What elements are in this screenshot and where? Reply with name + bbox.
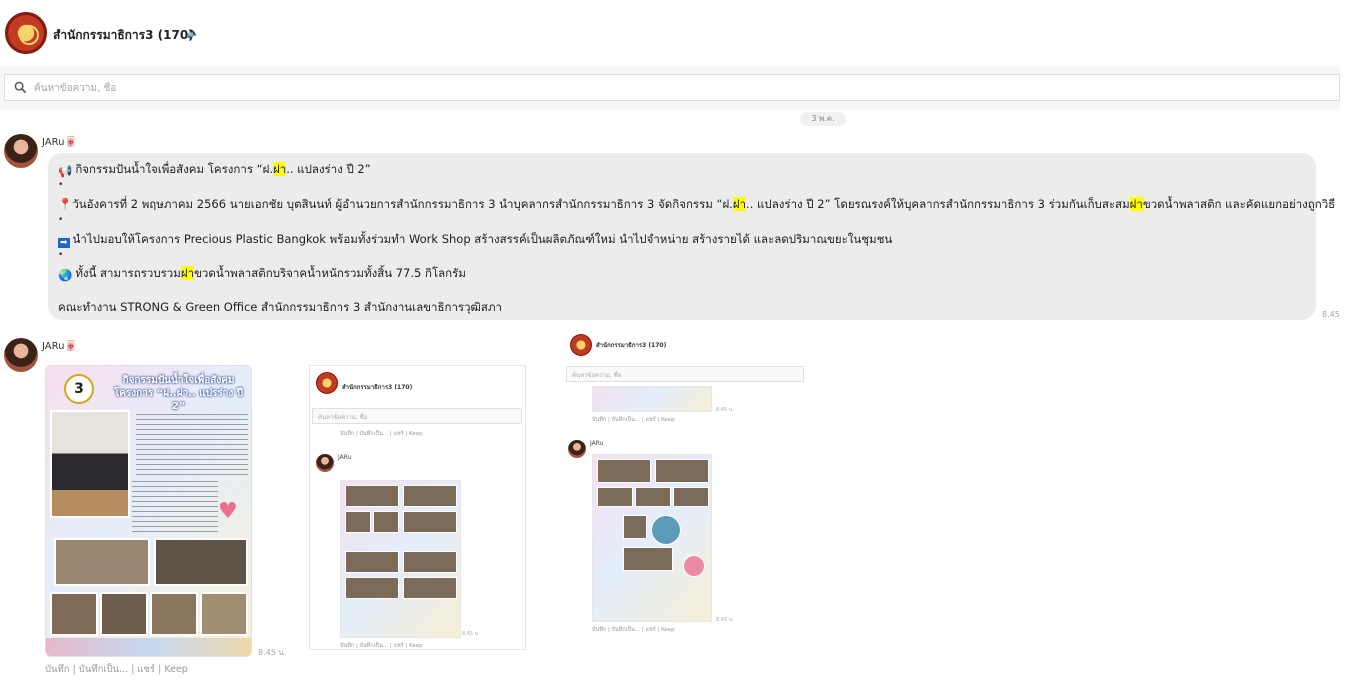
mini-time: 8.45 น.: [716, 617, 734, 623]
mini-actions: บันทึก | บันทึกเป็น... | แชร์ | Keep: [340, 643, 423, 649]
save-button[interactable]: บันทึก: [45, 664, 70, 675]
sender-name-text: JARu: [42, 341, 65, 352]
pin-icon: 📍: [58, 197, 73, 211]
highlight-text: ฝา: [732, 197, 747, 211]
globe-icon: 🌏: [58, 268, 73, 282]
poster-title: กิจกรรมปันน้ำใจเพื่อสังคม โครงการ “ฝ..ฝา…: [106, 374, 251, 412]
search-icon: [14, 81, 27, 94]
mini-collage: [592, 454, 712, 622]
poster-title-line: กิจกรรมปันน้ำใจเพื่อสังคม: [122, 375, 235, 386]
poster-text-block: [132, 481, 218, 535]
mini-search-text: ค้นหาข้อความ, ชื่อ: [572, 372, 622, 379]
poster-text-block: [136, 414, 248, 476]
sender-name-text: JARu: [42, 137, 65, 148]
mini-collage: [340, 480, 461, 638]
mini-sender: JARu: [338, 454, 352, 461]
photo: [50, 592, 98, 636]
message-bubble[interactable]: 📢 กิจกรรมปันน้ำใจเพื่อสังคม โครงการ “ฝ.ฝา…: [48, 153, 1335, 320]
message-line-5: คณะทำงาน STRONG & Green Office สำนักกรรม…: [58, 299, 502, 317]
mini-time: 8.45 น.: [716, 407, 734, 413]
photo: [50, 410, 130, 518]
line-text: กิจกรรมปันน้ำใจเพื่อสังคม โครงการ “ฝ.: [75, 162, 274, 176]
search-box[interactable]: [4, 74, 1340, 101]
mini-sender: JARu: [590, 440, 604, 447]
keep-button[interactable]: Keep: [164, 664, 187, 675]
highlight-text: ฝา: [180, 266, 195, 280]
save-as-button[interactable]: บันทึกเป็น...: [79, 664, 128, 675]
line-text: คณะทำงาน STRONG & Green Office สำนักกรรม…: [58, 300, 502, 314]
highlight-text: ฝา: [273, 162, 287, 176]
line-text: ทั้งนี้ สามารถรวบรวม: [75, 266, 181, 280]
screenshot-thumbnail[interactable]: สำนักกรรมาธิการ3 (170) ค้นหาข้อความ, ชื่…: [564, 330, 804, 640]
message-line-2: 📍วันอังคารที่ 2 พฤษภาคม 2566 นายเอกชัย บ…: [58, 196, 1335, 214]
line-text: .. แปลงร่าง ปี 2” โดยรณรงค์ให้บุคลากรสำน…: [746, 197, 1130, 211]
mini-search-text: ค้นหาข้อความ, ชื่อ: [318, 414, 368, 421]
bullet: •: [58, 180, 64, 190]
sender-avatar[interactable]: [4, 134, 38, 168]
chat-header: สำนักกรรมาธิการ3 (170) 🔈: [0, 0, 1351, 66]
poster-badge: 3: [64, 374, 94, 404]
mini-actions: บันทึก | บันทึกเป็น... | แชร์ | Keep: [592, 627, 675, 633]
sender-name[interactable]: JARu🀄: [42, 137, 77, 148]
sender-name[interactable]: JARu🀄: [42, 341, 77, 352]
mini-header: สำนักกรรมาธิการ3 (170): [310, 366, 525, 396]
message-time: 8.45 น.: [258, 648, 287, 657]
line-text: ขวดน้ำพลาสติกบริจาคน้ำหนักรวมทั้งสิ้น 77…: [194, 266, 466, 280]
group-avatar[interactable]: [5, 12, 47, 54]
mini-search: ค้นหาข้อความ, ชื่อ: [312, 408, 522, 424]
search-bar: [0, 66, 1340, 110]
mini-group-avatar: [316, 372, 338, 394]
mini-title: สำนักกรรมาธิการ3 (170): [596, 342, 667, 349]
bullet: •: [58, 250, 64, 260]
speaker-muted-icon: 🔈: [186, 26, 200, 39]
message-line-3: ➡ นำไปมอบให้โครงการ Precious Plastic Bang…: [58, 231, 892, 249]
mini-actions: บันทึก | บันทึกเป็น... | แชร์ | Keep: [592, 417, 675, 423]
line-text: .. แปลงร่าง ปี 2”: [286, 162, 371, 176]
mini-title: สำนักกรรมาธิการ3 (170): [342, 384, 413, 391]
photo: [154, 538, 248, 586]
mini-sender-avatar: [316, 454, 334, 472]
mini-actions: บันทึก | บันทึกเป็น... | แชร์ | Keep: [340, 431, 423, 437]
sender-avatar[interactable]: [4, 338, 38, 372]
mini-time: 8.45 น.: [462, 631, 480, 637]
mini-search: ค้นหาข้อความ, ชื่อ: [566, 366, 804, 382]
photo: [54, 538, 150, 586]
heart-icon: ♥: [218, 499, 238, 524]
sender-emoji: 🀄: [64, 137, 77, 148]
poster-image[interactable]: 3 กิจกรรมปันน้ำใจเพื่อสังคม โครงการ “ฝ..…: [45, 365, 252, 657]
line-text: วันอังคารที่ 2 พฤษภาคม 2566 นายเอกชัย บุ…: [72, 197, 733, 211]
poster-footer: [46, 638, 251, 656]
search-input[interactable]: [34, 79, 634, 97]
arrow-right-icon: ➡: [58, 238, 70, 248]
mini-sender-avatar: [568, 440, 586, 458]
mini-header: สำนักกรรมาธิการ3 (170): [564, 330, 804, 360]
megaphone-icon: 📢: [58, 164, 73, 178]
highlight-text: ฝา: [1129, 197, 1143, 211]
line-text: ขวดน้ำพลาสติก และคัดแยกอย่างถูกวิธี: [1142, 197, 1336, 211]
date-separator: 3 พ.ค.: [800, 112, 846, 126]
group-name: สำนักกรรมาธิการ3: [53, 28, 154, 42]
message-time: 8.45: [1322, 310, 1340, 319]
mini-collage: [592, 386, 712, 412]
message-line-1: 📢 กิจกรรมปันน้ำใจเพื่อสังคม โครงการ “ฝ.ฝา…: [58, 161, 371, 179]
message-line-4: 🌏 ทั้งนี้ สามารถรวบรวมฝาขวดน้ำพลาสติกบริจ…: [58, 265, 466, 283]
group-title[interactable]: สำนักกรรมาธิการ3 (170): [53, 26, 194, 45]
photo: [100, 592, 148, 636]
screenshot-thumbnail[interactable]: สำนักกรรมาธิการ3 (170) ค้นหาข้อความ, ชื่…: [309, 365, 526, 650]
share-button[interactable]: แชร์: [137, 664, 155, 675]
bullet: •: [58, 215, 64, 225]
sender-emoji: 🀄: [64, 341, 77, 352]
image-actions: บันทึก | บันทึกเป็น... | แชร์ | Keep: [45, 664, 188, 675]
line-text: นำไปมอบให้โครงการ Precious Plastic Bangk…: [72, 232, 893, 246]
mini-group-avatar: [570, 334, 592, 356]
photo: [200, 592, 248, 636]
photo: [150, 592, 198, 636]
